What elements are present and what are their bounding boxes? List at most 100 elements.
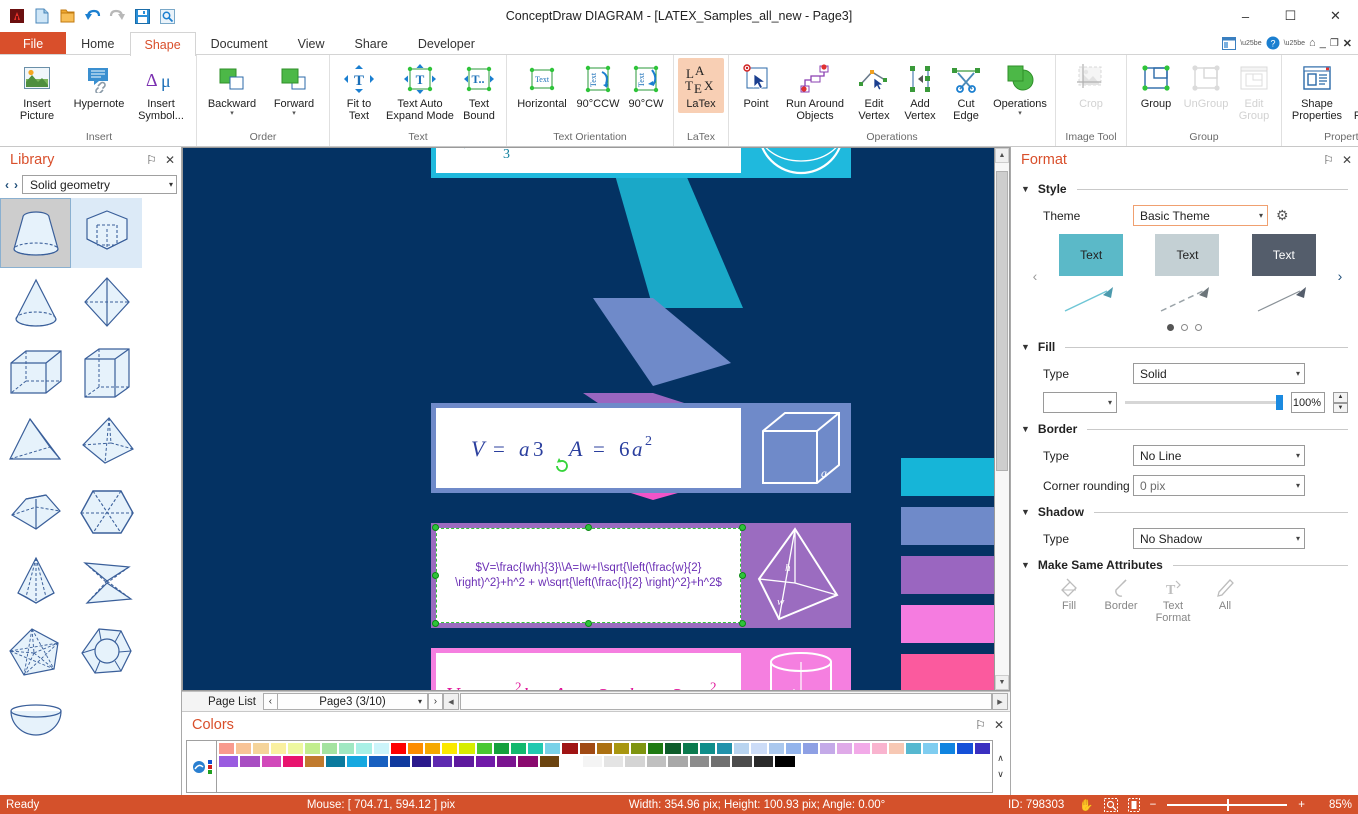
format-close-icon[interactable]: ✕ bbox=[1342, 153, 1352, 167]
zoom-in-button[interactable]: + bbox=[1293, 799, 1310, 811]
selection-handle-w[interactable] bbox=[432, 572, 439, 579]
library-shape-hemisphere[interactable] bbox=[0, 688, 71, 758]
color-swatch[interactable] bbox=[582, 755, 603, 768]
theme-thumb-1[interactable]: Text bbox=[1059, 234, 1123, 318]
color-swatch[interactable] bbox=[321, 742, 338, 755]
theme-thumb-2[interactable]: Text bbox=[1155, 234, 1219, 318]
add-vertex-button[interactable]: Add Vertex bbox=[897, 58, 943, 125]
color-swatch[interactable] bbox=[647, 742, 664, 755]
opacity-slider[interactable] bbox=[1125, 392, 1283, 413]
color-swatch[interactable] bbox=[218, 755, 239, 768]
color-swatch[interactable] bbox=[613, 742, 630, 755]
color-swatch[interactable] bbox=[270, 742, 287, 755]
library-select[interactable]: Solid geometry ▾ bbox=[22, 175, 177, 194]
zoom-slider-thumb[interactable] bbox=[1227, 799, 1229, 811]
ribbon-bar-sphere[interactable] bbox=[901, 458, 994, 496]
point-tool-button[interactable]: Point bbox=[733, 58, 779, 113]
operations-button[interactable]: Operations ▾ bbox=[989, 58, 1051, 120]
make-same-section-header[interactable]: ▼ Make Same Attributes bbox=[1021, 558, 1348, 572]
color-swatch[interactable] bbox=[646, 755, 667, 768]
opacity-value[interactable]: 100% bbox=[1291, 392, 1325, 413]
text-auto-expand-button[interactable]: T Text Auto Expand Mode bbox=[384, 58, 456, 125]
hscroll-right-button[interactable]: ▶ bbox=[992, 693, 1008, 710]
color-swatch[interactable] bbox=[753, 755, 774, 768]
latex-source-editor[interactable]: $V=\frac{Iwh}{3}\\A=Iw+I\sqrt{\left(\fra… bbox=[436, 528, 741, 623]
insert-picture-button[interactable]: Insert Picture bbox=[6, 58, 68, 125]
color-swatch[interactable] bbox=[239, 755, 260, 768]
library-shape-truncated-cone[interactable] bbox=[0, 198, 71, 268]
selection-handle-n[interactable] bbox=[585, 524, 592, 531]
color-swatch[interactable] bbox=[287, 742, 304, 755]
send-backward-dropdown-arrow-icon[interactable]: ▾ bbox=[230, 110, 234, 117]
zoom-region-icon[interactable] bbox=[1099, 798, 1123, 812]
color-swatch[interactable] bbox=[346, 755, 367, 768]
color-swatch[interactable] bbox=[338, 742, 355, 755]
color-swatch[interactable] bbox=[768, 742, 785, 755]
library-shape-tetrahedron[interactable] bbox=[0, 408, 71, 478]
color-swatch[interactable] bbox=[888, 742, 905, 755]
library-shape-icosahedron[interactable] bbox=[0, 618, 71, 688]
color-swatch[interactable] bbox=[282, 755, 303, 768]
fill-type-select[interactable]: Solid ▾ bbox=[1133, 363, 1305, 384]
color-swatch[interactable] bbox=[496, 755, 517, 768]
tab-view[interactable]: View bbox=[283, 32, 340, 54]
color-swatch[interactable] bbox=[424, 742, 441, 755]
latex-button[interactable]: LATEX LaTex bbox=[678, 58, 724, 113]
colors-pin-icon[interactable]: ⚐ bbox=[975, 718, 986, 732]
shape-properties-button[interactable]: Shape Properties bbox=[1286, 58, 1348, 125]
library-shape-bipyramid[interactable] bbox=[71, 268, 142, 338]
opacity-spinner[interactable]: ▲ ▼ bbox=[1333, 392, 1348, 413]
theme-gallery-next-icon[interactable]: › bbox=[1332, 268, 1348, 284]
selection-handle-se[interactable] bbox=[739, 620, 746, 627]
open-folder-icon[interactable] bbox=[58, 7, 76, 25]
collapse-ribbon-icon[interactable]: ⌂ bbox=[1309, 37, 1316, 49]
color-swatch[interactable] bbox=[304, 742, 321, 755]
ungroup-button[interactable]: UnGroup bbox=[1181, 58, 1231, 113]
new-document-icon[interactable] bbox=[33, 7, 51, 25]
color-swatch[interactable] bbox=[441, 742, 458, 755]
color-swatch[interactable] bbox=[630, 742, 647, 755]
pan-hand-icon[interactable]: ✋ bbox=[1074, 798, 1098, 812]
color-swatch[interactable] bbox=[819, 742, 836, 755]
shadow-collapse-icon[interactable]: ▼ bbox=[1021, 507, 1030, 517]
color-swatch[interactable] bbox=[710, 755, 731, 768]
make-same-all-button[interactable]: All bbox=[1199, 578, 1251, 624]
selection-handle-s[interactable] bbox=[585, 620, 592, 627]
color-swatch[interactable] bbox=[235, 742, 252, 755]
ribbon-bar-cone[interactable] bbox=[901, 654, 994, 690]
color-swatch[interactable] bbox=[510, 742, 527, 755]
color-swatch[interactable] bbox=[699, 742, 716, 755]
doc-minimize-icon[interactable]: _ bbox=[1320, 37, 1326, 49]
bring-forward-button[interactable]: Forward ▾ bbox=[263, 58, 325, 120]
ribbon-bar-pyramid[interactable] bbox=[901, 556, 994, 594]
color-swatch[interactable] bbox=[561, 742, 578, 755]
custom-properties-button[interactable]: Custom Properties bbox=[1348, 58, 1358, 125]
send-backward-button[interactable]: Backward ▾ bbox=[201, 58, 263, 120]
color-swatch[interactable] bbox=[389, 755, 410, 768]
library-shape-cube[interactable] bbox=[0, 338, 71, 408]
theme-thumb-3[interactable]: Text bbox=[1252, 234, 1316, 318]
border-collapse-icon[interactable]: ▼ bbox=[1021, 424, 1030, 434]
fill-color-select[interactable]: ▾ bbox=[1043, 392, 1117, 413]
doc-close-icon[interactable]: ✕ bbox=[1343, 37, 1352, 50]
window-minimize-button[interactable]: – bbox=[1223, 0, 1268, 32]
library-close-icon[interactable]: ✕ bbox=[165, 153, 175, 167]
library-shape-hexagonal-pyramid[interactable] bbox=[0, 548, 71, 618]
style-section-header[interactable]: ▼ Style bbox=[1021, 182, 1348, 196]
hypernote-button[interactable]: Hypernote bbox=[68, 58, 130, 113]
page-select[interactable]: Page3 (3/10) ▾ bbox=[278, 693, 428, 710]
app-logo-icon[interactable] bbox=[8, 7, 26, 25]
ribbon-bar-cube[interactable] bbox=[901, 507, 994, 545]
fit-page-icon[interactable] bbox=[1123, 798, 1145, 812]
window-close-button[interactable]: ✕ bbox=[1313, 0, 1358, 32]
scroll-down-button[interactable]: ▼ bbox=[995, 675, 1009, 690]
color-swatch[interactable] bbox=[596, 742, 613, 755]
hscroll-left-button[interactable]: ◀ bbox=[443, 693, 459, 710]
gear-icon[interactable]: ⚙ bbox=[1276, 207, 1289, 224]
color-swatch[interactable] bbox=[453, 755, 474, 768]
library-shape-truncated-pyramid[interactable] bbox=[0, 478, 71, 548]
colors-close-icon[interactable]: ✕ bbox=[994, 718, 1004, 732]
color-swatch[interactable] bbox=[974, 742, 991, 755]
color-swatch[interactable] bbox=[731, 755, 752, 768]
row-cylinder-card[interactable]: V = πr 2 h A = 2 πrh + 2 πr 2 bbox=[436, 653, 741, 690]
